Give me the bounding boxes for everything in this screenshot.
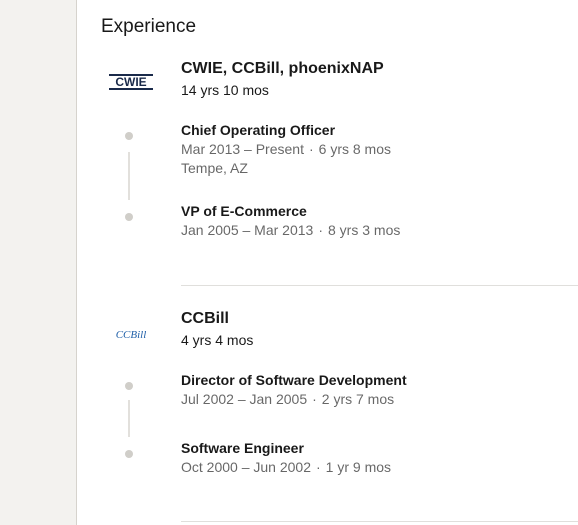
svg-text:CWIE: CWIE xyxy=(115,75,146,89)
role-dates: Jul 2002 – Jan 2005 · 2 yrs 7 mos xyxy=(181,391,394,407)
role-length: 1 yr 9 mos xyxy=(325,459,392,475)
timeline-dot xyxy=(125,213,133,221)
role-length: 8 yrs 3 mos xyxy=(328,222,401,238)
role-location: Tempe, AZ xyxy=(181,160,248,176)
role-dates: Oct 2000 – Jun 2002 · 1 yr 9 mos xyxy=(181,459,391,475)
role-date-range: Mar 2013 – Present xyxy=(181,141,304,157)
svg-text:CCBill: CCBill xyxy=(116,329,147,341)
section-title: Experience xyxy=(101,16,197,37)
experience-card: Experience CWIE CWIE, CCBill, phoenixNAP… xyxy=(76,0,578,525)
timeline-line xyxy=(128,152,130,200)
role-length: 2 yrs 7 mos xyxy=(321,391,395,407)
separator: · xyxy=(308,141,314,157)
company-logo[interactable]: CCBill xyxy=(107,310,155,358)
separator: · xyxy=(316,459,321,475)
ccbill-logo-icon: CCBill xyxy=(116,329,147,341)
role-length: 6 yrs 8 mos xyxy=(318,141,391,157)
timeline-line xyxy=(128,400,130,437)
company-duration: 4 yrs 4 mos xyxy=(181,332,254,348)
role-dates: Mar 2013 – Present · 6 yrs 8 mos xyxy=(181,141,391,157)
timeline-dot xyxy=(125,450,133,458)
separator: · xyxy=(318,222,323,238)
company-name[interactable]: CCBill xyxy=(181,310,229,328)
company-logo[interactable]: CWIE xyxy=(107,58,155,106)
cwie-logo-icon: CWIE xyxy=(109,74,153,90)
role-date-range: Jan 2005 – Mar 2013 xyxy=(181,222,314,238)
role-date-range: Oct 2000 – Jun 2002 xyxy=(181,459,311,475)
role-date-range: Jul 2002 – Jan 2005 xyxy=(181,391,308,407)
role-title[interactable]: VP of E-Commerce xyxy=(181,203,307,219)
separator: · xyxy=(312,391,317,407)
company-duration: 14 yrs 10 mos xyxy=(181,82,269,98)
divider xyxy=(181,285,578,286)
role-title[interactable]: Director of Software Development xyxy=(181,372,407,388)
divider xyxy=(181,521,578,522)
timeline-dot xyxy=(125,382,133,390)
company-name[interactable]: CWIE, CCBill, phoenixNAP xyxy=(181,60,384,78)
role-title[interactable]: Software Engineer xyxy=(181,440,304,456)
timeline-dot xyxy=(125,132,133,140)
role-title[interactable]: Chief Operating Officer xyxy=(181,122,335,138)
role-dates: Jan 2005 – Mar 2013 · 8 yrs 3 mos xyxy=(181,222,400,238)
